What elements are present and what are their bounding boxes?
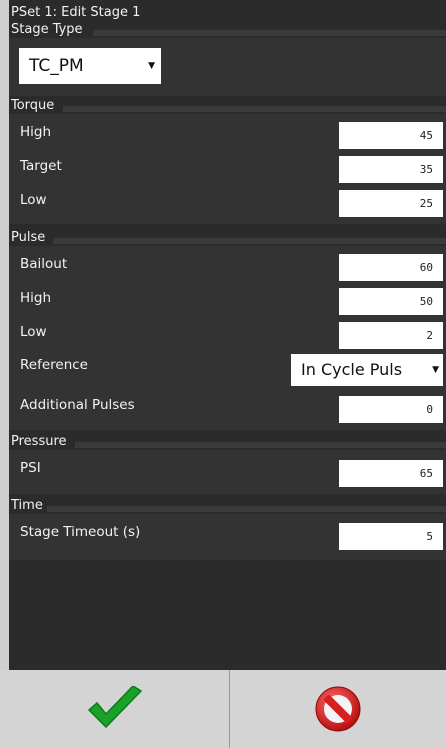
torque-target-input[interactable]: 35: [339, 156, 443, 183]
torque-low-label: Low: [20, 192, 47, 208]
pulse-bailout-label: Bailout: [20, 256, 68, 272]
section-header-time: Time: [9, 498, 446, 514]
pulse-high-input[interactable]: 50: [339, 288, 443, 315]
cancel-button[interactable]: [230, 670, 446, 748]
torque-target-label: Target: [20, 158, 62, 174]
section-rule: [47, 506, 446, 512]
no-entry-icon: [315, 686, 361, 732]
time-timeout-input[interactable]: 5: [339, 523, 443, 550]
stage-type-select[interactable]: TC_PM ▼: [19, 48, 161, 84]
chevron-down-icon: ▼: [430, 365, 439, 375]
pressure-psi-label: PSI: [20, 460, 41, 476]
pulse-reference-label: Reference: [20, 357, 88, 373]
chevron-down-icon: ▼: [148, 61, 155, 71]
torque-low-input[interactable]: 25: [339, 190, 443, 217]
section-header-pressure: Pressure: [9, 434, 446, 450]
pulse-reference-value: In Cycle Puls: [301, 360, 403, 379]
checkmark-icon: [87, 686, 142, 729]
footer-bar: [0, 670, 446, 748]
accept-button[interactable]: [0, 670, 229, 748]
window-title: PSet 1: Edit Stage 1: [11, 5, 141, 20]
pulse-header-label: Pulse: [11, 230, 46, 245]
pulse-high-label: High: [20, 290, 52, 306]
pulse-additional-input[interactable]: 0: [339, 396, 443, 423]
left-edge-bar: [0, 0, 9, 748]
section-rule: [75, 442, 446, 448]
time-header-label: Time: [11, 498, 43, 513]
section-header-pulse: Pulse: [9, 230, 446, 246]
pressure-psi-input[interactable]: 65: [339, 460, 443, 487]
section-header-torque: Torque: [9, 98, 446, 114]
pressure-header-label: Pressure: [11, 434, 67, 449]
time-timeout-label: Stage Timeout (s): [20, 524, 141, 540]
section-header-stage-type: Stage Type: [9, 22, 446, 38]
stage-type-header-label: Stage Type: [11, 22, 83, 37]
edit-stage-panel: PSet 1: Edit Stage 1 Stage Type TC_PM ▼ …: [9, 0, 446, 670]
torque-high-label: High: [20, 124, 52, 140]
torque-high-input[interactable]: 45: [339, 122, 443, 149]
section-rule: [63, 106, 446, 112]
pulse-additional-label: Additional Pulses: [20, 397, 135, 413]
torque-header-label: Torque: [11, 98, 55, 113]
section-rule: [93, 30, 446, 36]
section-rule: [53, 238, 446, 244]
pulse-bailout-input[interactable]: 60: [339, 254, 443, 281]
pulse-low-label: Low: [20, 324, 47, 340]
pulse-low-input[interactable]: 2: [339, 322, 443, 349]
stage-type-value: TC_PM: [29, 56, 84, 76]
pulse-reference-select[interactable]: In Cycle Puls ▼: [291, 354, 443, 386]
